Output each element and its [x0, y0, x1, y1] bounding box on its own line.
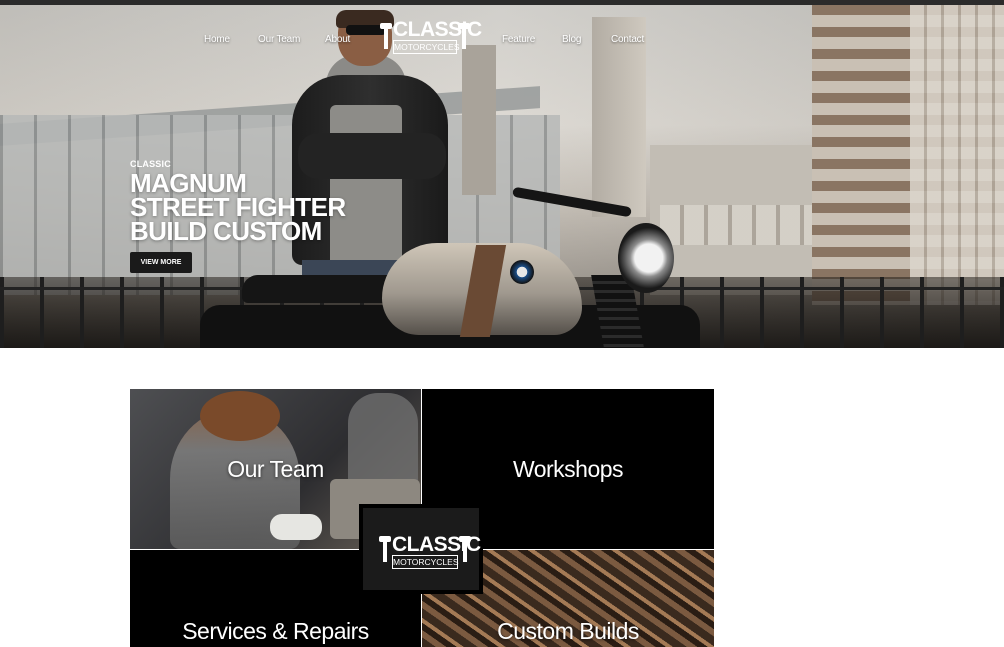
tile-label: Services & Repairs — [182, 618, 369, 644]
nav-item-blog[interactable]: Blog — [562, 34, 581, 45]
tile-label: Workshops — [512, 455, 624, 482]
nav-item-our-team[interactable]: Our Team — [258, 34, 300, 45]
piston-icon — [458, 23, 470, 53]
logo-wordmark: CLASSIC — [392, 533, 481, 556]
glove — [270, 514, 322, 540]
hero-headline: MAGNUM STREET FIGHTER BUILD CUSTOM — [130, 170, 346, 246]
mechanic-hair — [200, 391, 280, 441]
mechanic-photo — [348, 393, 418, 493]
logo-subtitle: MOTORCYCLES — [393, 40, 460, 54]
piston-icon — [459, 536, 471, 566]
logo-subtitle: MOTORCYCLES — [392, 555, 459, 569]
nav-item-contact[interactable]: Contact — [611, 34, 644, 45]
nav-item-about[interactable]: About — [325, 34, 350, 45]
logo-wordmark: CLASSIC — [393, 18, 482, 41]
tile-label: Custom Builds — [497, 618, 639, 644]
center-logo-badge: CLASSIC MOTORCYCLES — [359, 504, 483, 594]
motorcycle-seat — [242, 275, 402, 303]
tank-badge-icon — [510, 260, 534, 284]
center-logo: CLASSIC MOTORCYCLES — [379, 533, 481, 570]
main-nav: Home Our Team About CLASSIC MOTORCYCLES … — [0, 0, 1004, 80]
headlamp — [618, 223, 674, 293]
site-logo[interactable]: CLASSIC MOTORCYCLES — [380, 18, 482, 57]
nav-item-feature[interactable]: Feature — [502, 34, 535, 45]
hero-headline-line: BUILD CUSTOM — [130, 216, 322, 246]
tile-label: Our Team — [227, 455, 324, 482]
piston-icon — [379, 536, 391, 566]
piston-icon — [380, 23, 392, 53]
nav-item-home[interactable]: Home — [204, 34, 230, 45]
view-more-button[interactable]: VIEW MORE — [130, 252, 192, 273]
